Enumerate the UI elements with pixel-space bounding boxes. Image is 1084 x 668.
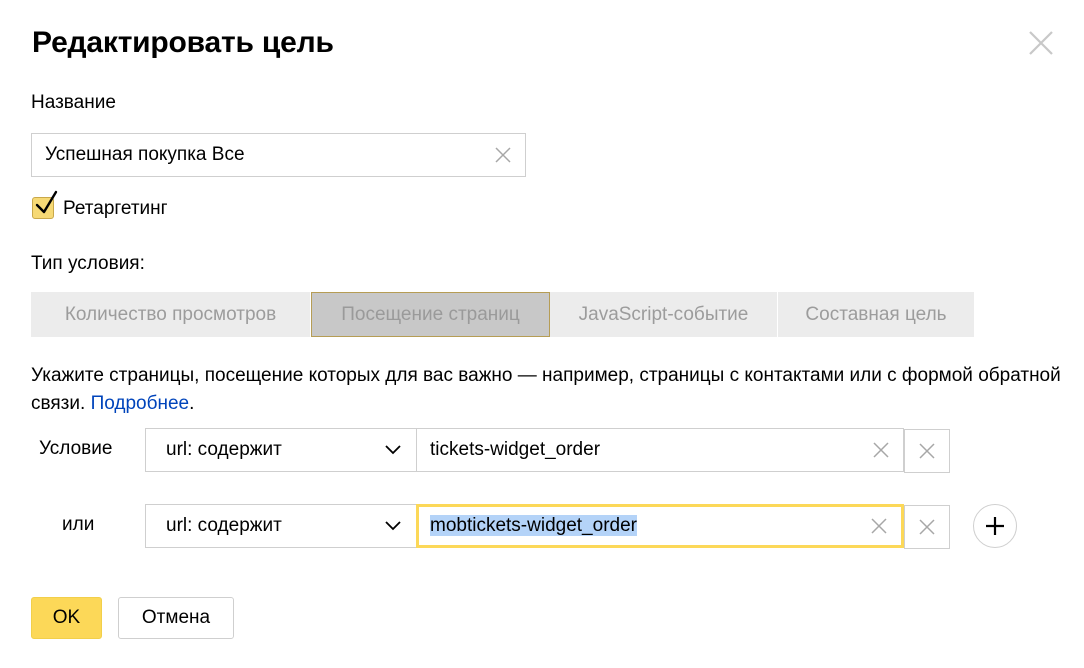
or-url-value: mobtickets-widget_order — [419, 515, 869, 537]
remove-x-icon — [919, 519, 935, 535]
ok-button[interactable]: OK — [31, 597, 102, 639]
retargeting-label: Ретаргетинг — [63, 198, 168, 219]
or-operator-value: url: содержит — [166, 515, 282, 536]
dialog-title: Редактировать цель — [32, 26, 334, 59]
condition-type-label: Тип условия: — [31, 253, 145, 274]
or-url-input[interactable]: mobtickets-widget_order — [416, 504, 904, 548]
condition-url-input[interactable]: tickets-widget_order — [416, 428, 904, 472]
cancel-button[interactable]: Отмена — [118, 597, 234, 639]
or-operator-select[interactable]: url: содержит — [145, 504, 417, 548]
condition-operator-select[interactable]: url: содержит — [145, 428, 417, 472]
remove-or-condition-button[interactable] — [904, 505, 950, 549]
or-label: или — [62, 514, 95, 535]
add-condition-button[interactable] — [973, 504, 1017, 548]
name-input-value: Успешная покупка Все — [45, 144, 245, 165]
checkbox-box[interactable] — [32, 190, 58, 219]
close-icon — [1029, 31, 1053, 55]
chevron-down-icon — [385, 445, 401, 455]
more-link[interactable]: Подробнее — [91, 393, 190, 414]
remove-condition-button[interactable] — [904, 429, 950, 473]
clear-x-icon[interactable] — [869, 516, 889, 536]
plus-icon — [986, 517, 1004, 535]
tab-page-visits[interactable]: Посещение страниц — [311, 292, 550, 337]
chevron-down-icon — [385, 521, 401, 531]
condition-url-value: tickets-widget_order — [430, 439, 601, 460]
clear-x-icon[interactable] — [871, 440, 891, 460]
tab-composite-goal[interactable]: Составная цель — [778, 292, 974, 337]
name-label: Название — [31, 92, 116, 113]
condition-operator-value: url: содержит — [166, 439, 282, 460]
checkmark-icon — [35, 190, 58, 214]
tab-javascript-event[interactable]: JavaScript-событие — [550, 292, 778, 337]
retargeting-checkbox[interactable]: Ретаргетинг — [32, 190, 168, 220]
close-button[interactable] — [1026, 28, 1056, 58]
clear-x-icon[interactable] — [493, 145, 513, 165]
tab-page-views[interactable]: Количество просмотров — [31, 292, 311, 337]
condition-label: Условие — [39, 438, 113, 459]
selected-text: mobtickets-widget_order — [430, 515, 637, 536]
description-text: Укажите страницы, посещение которых для … — [31, 362, 1061, 418]
description-end: . — [189, 393, 195, 414]
condition-type-tabs: Количество просмотров Посещение страниц … — [31, 292, 974, 337]
remove-x-icon — [919, 443, 935, 459]
name-input[interactable]: Успешная покупка Все — [31, 133, 526, 177]
